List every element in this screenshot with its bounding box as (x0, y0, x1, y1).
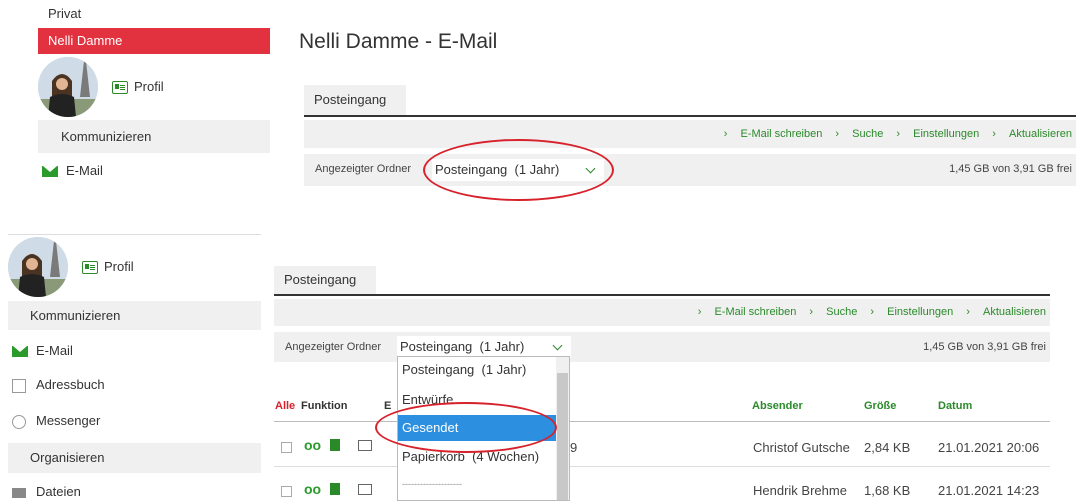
avatar (8, 237, 68, 297)
envelope-read-icon (358, 440, 372, 451)
sidebar-item-adressbuch[interactable]: Adressbuch (12, 377, 105, 393)
avatar (38, 57, 98, 117)
row-subject-partial[interactable]: 9 (570, 440, 577, 455)
folder-bar: Angezeigter Ordner Posteingang (1 Jahr) … (304, 154, 1076, 186)
header-betreff[interactable]: E (384, 400, 391, 412)
folder-select[interactable]: Posteingang (1 Jahr) (397, 336, 571, 358)
action-einstellungen[interactable]: › Einstellungen (870, 306, 953, 318)
storage-info: 1,45 GB von 3,91 GB frei (923, 341, 1046, 353)
annotation-circle-gesendet (375, 402, 557, 453)
row-checkbox[interactable] (281, 486, 292, 497)
header-funktion: Funktion (301, 400, 348, 412)
tab-underline (304, 115, 1076, 117)
sidebar-item-privat[interactable]: Privat (48, 6, 81, 21)
action-email-schreiben[interactable]: › E-Mail schreiben (724, 128, 823, 140)
profile-card-icon (112, 81, 128, 95)
trash-icon[interactable] (330, 483, 340, 495)
tab-posteingang[interactable]: Posteingang (304, 85, 406, 115)
folder-label: Angezeigter Ordner (285, 341, 381, 353)
section-kommunizieren: Kommunizieren (38, 120, 270, 153)
chevron-down-icon (552, 340, 563, 351)
sidebar-item-email[interactable]: E-Mail (12, 343, 73, 358)
row-groesse: 1,68 KB (864, 483, 911, 498)
page-title: Nelli Damme - E-Mail (299, 30, 498, 53)
mail-icon (42, 166, 58, 178)
dropdown-option-posteingang[interactable]: Posteingang (1 Jahr) (398, 362, 556, 377)
dropdown-scrollbar-thumb[interactable] (557, 373, 568, 500)
action-einstellungen[interactable]: › Einstellungen (896, 128, 979, 140)
action-bar: › E-Mail schreiben › Suche › Einstellung… (304, 120, 1076, 148)
dropdown-separator: -------------------- (402, 479, 462, 489)
folder-icon (12, 487, 26, 498)
sidebar-item-email[interactable]: E-Mail (42, 163, 103, 178)
row-absender: Christof Gutsche (753, 440, 850, 455)
action-aktualisieren[interactable]: › Aktualisieren (992, 128, 1072, 140)
profile-card-icon (82, 261, 98, 275)
mail-icon (12, 346, 28, 358)
row-absender: Hendrik Brehme (753, 483, 847, 498)
table-row[interactable]: oo Hendrik Brehme 1,68 KB 21.01.2021 14:… (274, 477, 1050, 501)
chat-icon (12, 414, 26, 429)
action-bar: › E-Mail schreiben › Suche › Einstellung… (274, 299, 1050, 326)
view-icon[interactable]: oo (304, 481, 321, 497)
tab-underline (274, 294, 1050, 296)
header-absender[interactable]: Absender (752, 400, 803, 412)
dropdown-scrollbar[interactable] (556, 357, 569, 500)
section-kommunizieren: Kommunizieren (8, 301, 261, 330)
row-datum: 21.01.2021 20:06 (938, 440, 1040, 455)
tab-posteingang[interactable]: Posteingang (274, 266, 376, 294)
envelope-read-icon (358, 484, 372, 495)
row-groesse: 2,84 KB (864, 440, 911, 455)
row-checkbox[interactable] (281, 442, 292, 453)
divider (8, 234, 261, 235)
action-aktualisieren[interactable]: › Aktualisieren (966, 306, 1046, 318)
section-organisieren: Organisieren (8, 443, 261, 473)
annotation-circle-folder (423, 139, 614, 201)
storage-info: 1,45 GB von 3,91 GB frei (949, 163, 1072, 175)
sidebar-item-dateien[interactable]: Dateien (12, 484, 81, 499)
address-book-icon (12, 378, 26, 393)
header-groesse[interactable]: Größe (864, 400, 896, 412)
row-datum: 21.01.2021 14:23 (938, 483, 1040, 498)
header-alle[interactable]: Alle (275, 400, 295, 412)
sidebar-item-messenger[interactable]: Messenger (12, 413, 100, 429)
action-suche[interactable]: › Suche (835, 128, 883, 140)
view-icon[interactable]: oo (304, 437, 321, 453)
trash-icon[interactable] (330, 439, 340, 451)
sidebar-item-active-user[interactable]: Nelli Damme (38, 28, 270, 54)
profil-link[interactable]: Profil (82, 259, 134, 275)
profil-link[interactable]: Profil (112, 79, 164, 95)
action-suche[interactable]: › Suche (809, 306, 857, 318)
row-divider (274, 466, 1050, 467)
folder-bar: Angezeigter Ordner Posteingang (1 Jahr) … (274, 332, 1050, 362)
action-email-schreiben[interactable]: › E-Mail schreiben (698, 306, 797, 318)
header-datum[interactable]: Datum (938, 400, 972, 412)
folder-label: Angezeigter Ordner (315, 163, 411, 175)
